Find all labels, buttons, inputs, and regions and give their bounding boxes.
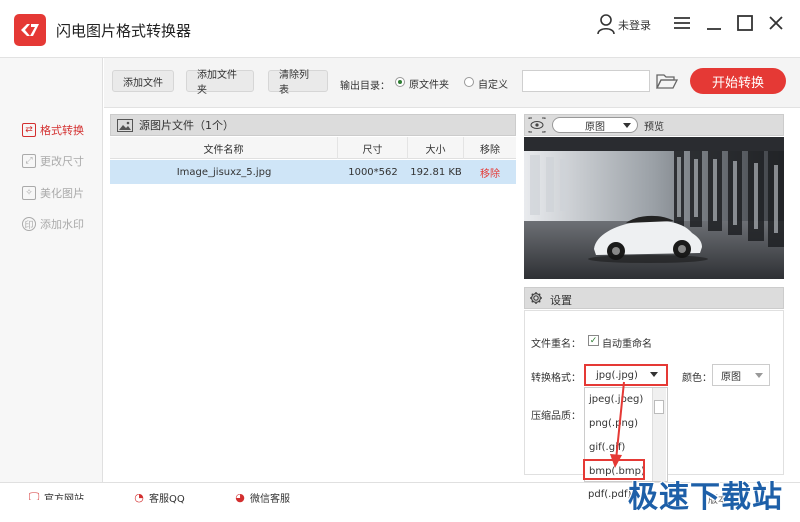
quality-label: 压缩品质：: [531, 411, 581, 422]
radio-source-folder-label: 原文件夹: [409, 80, 449, 91]
swap-icon: ⇄: [22, 123, 36, 137]
format-label: 转换格式：: [531, 373, 581, 384]
file-size-cell: 192.81 KB: [410, 166, 462, 178]
file-list-body: [110, 184, 516, 474]
column-header[interactable]: 文件名称: [110, 137, 338, 159]
login-status[interactable]: 未登录: [618, 17, 651, 33]
start-convert-button[interactable]: 开始转换: [690, 68, 786, 94]
column-header[interactable]: 大小: [408, 137, 464, 159]
wechat-icon: ◕: [235, 490, 245, 504]
dropdown-scrollbar-thumb[interactable]: [654, 400, 664, 414]
column-header[interactable]: 尺寸: [338, 137, 408, 159]
support-qq-link[interactable]: ◔ 客服QQ: [133, 490, 185, 505]
rename-label: 文件重名：: [531, 339, 581, 350]
user-icon[interactable]: [596, 13, 616, 35]
auto-rename-checkbox[interactable]: ✓: [588, 335, 599, 346]
add-folder-button[interactable]: 添加文件夹: [186, 70, 254, 96]
support-qq-label: 客服QQ: [149, 493, 185, 505]
image-icon: [117, 118, 133, 132]
maximize-icon[interactable]: [735, 13, 755, 33]
color-select[interactable]: 原图: [712, 364, 770, 386]
site-watermark: 极速下载站: [628, 480, 783, 515]
file-name-cell: Image_jisuxz_5.jpg: [176, 166, 272, 178]
support-wechat-link[interactable]: ◕ 微信客服: [234, 490, 290, 505]
file-dimensions-cell: 1000*562: [348, 166, 398, 178]
color-select-value: 原图: [721, 371, 741, 383]
radio-custom[interactable]: [464, 77, 474, 87]
file-list-title: 源图片文件（1个）: [139, 119, 234, 132]
resize-icon: ⤢: [22, 154, 36, 168]
logo-icon: [21, 24, 39, 36]
sidebar-item-format-convert[interactable]: ⇄ 格式转换: [22, 120, 84, 140]
menu-icon[interactable]: [672, 13, 692, 33]
format-select-value: jpg(.jpg): [596, 369, 638, 381]
gear-icon: [530, 292, 542, 304]
minimize-icon[interactable]: [704, 13, 724, 33]
app-title: 闪电图片格式转换器: [56, 22, 192, 40]
sidebar-item-resize[interactable]: ⤢ 更改尺寸: [22, 151, 84, 171]
close-icon[interactable]: [766, 13, 786, 33]
support-wechat-label: 微信客服: [250, 493, 290, 505]
preview-image: [524, 137, 784, 279]
preview-mode-value: 原图: [585, 121, 605, 133]
preview-label: 预览: [644, 122, 664, 133]
output-dir-label: 输出目录：: [340, 81, 390, 92]
sidebar-item-label: 美化图片: [40, 187, 84, 200]
app-logo: [14, 14, 46, 46]
sidebar-item-watermark[interactable]: 印 添加水印: [22, 214, 84, 234]
sidebar-item-label: 更改尺寸: [40, 155, 84, 168]
watermark-icon: 印: [22, 217, 36, 231]
remove-link[interactable]: 移除: [464, 160, 516, 184]
add-file-button[interactable]: 添加文件: [112, 70, 174, 92]
radio-custom-label: 自定义: [478, 80, 508, 91]
arrow-annotation-icon: [610, 381, 625, 468]
chevron-down-icon: [755, 373, 763, 378]
clear-list-button[interactable]: 清除列表: [268, 70, 328, 96]
beautify-icon: ✧: [22, 186, 36, 200]
preview-mode-select[interactable]: 原图: [552, 117, 638, 133]
qq-icon: ◔: [134, 490, 144, 504]
file-list-columns: 文件名称 尺寸 大小 移除: [110, 137, 516, 159]
chevron-down-icon[interactable]: [650, 372, 658, 377]
eye-icon: [528, 117, 546, 133]
table-row[interactable]: Image_jisuxz_5.jpg 1000*562 192.81 KB 移除: [110, 160, 516, 184]
column-header[interactable]: 移除: [464, 137, 516, 159]
pdf-option-row: [28, 500, 122, 520]
folder-open-icon[interactable]: [656, 72, 678, 90]
color-label: 颜色：: [682, 373, 712, 384]
file-list-header: 源图片文件（1个）: [110, 114, 516, 136]
output-path-input[interactable]: [522, 70, 650, 92]
auto-rename-label: 自动重命名: [602, 339, 652, 350]
chevron-down-icon: [623, 123, 631, 128]
settings-title: 设置: [550, 294, 572, 307]
radio-source-folder[interactable]: [395, 77, 405, 87]
sidebar-item-label: 格式转换: [40, 124, 84, 137]
sidebar-item-label: 添加水印: [40, 218, 84, 231]
sidebar-item-beautify[interactable]: ✧ 美化图片: [22, 183, 84, 203]
